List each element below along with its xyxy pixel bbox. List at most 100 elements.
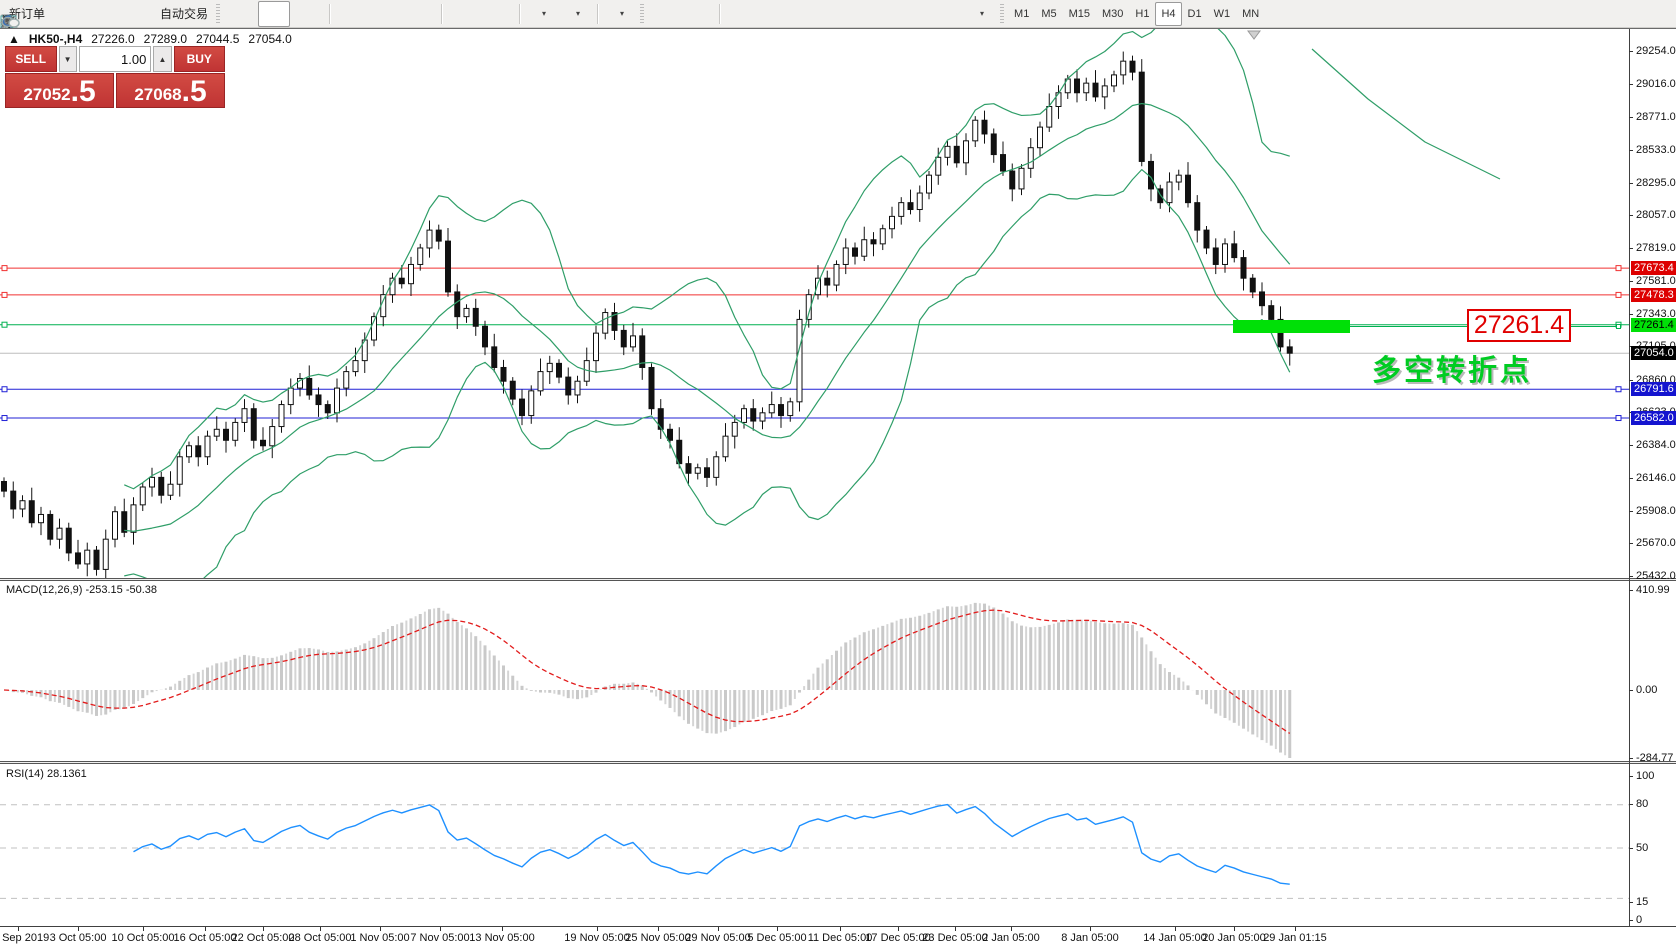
price-line-chip: 27673.4 xyxy=(1631,261,1676,275)
time-tick xyxy=(380,927,381,931)
tf-button-M15[interactable]: M15 xyxy=(1063,2,1096,26)
crosshair-button[interactable] xyxy=(682,1,714,27)
time-tick xyxy=(840,927,841,931)
price-tick-label: 25432.0 xyxy=(1636,570,1676,582)
time-tick-label: 25 Nov 05:00 xyxy=(625,932,690,944)
time-tick-label: 20 Jan 05:00 xyxy=(1202,932,1266,944)
cursor-button[interactable] xyxy=(648,1,680,27)
price-tick-label: 28057.0 xyxy=(1636,209,1676,221)
macd-axis-label: 410.99 xyxy=(1636,584,1670,596)
tf-button-M1[interactable]: M1 xyxy=(1008,2,1035,26)
trendline-button[interactable] xyxy=(794,1,826,27)
volume-up-button[interactable]: ▲ xyxy=(153,46,171,72)
time-tick xyxy=(597,927,598,931)
tf-button-H1[interactable]: H1 xyxy=(1129,2,1155,26)
rsi-axis-label: 15 xyxy=(1636,896,1648,908)
rsi-panel-canvas[interactable] xyxy=(0,764,1629,926)
strategy-tester-button[interactable] xyxy=(119,1,151,27)
horizontal-line-button[interactable] xyxy=(760,1,792,27)
support-highlight-bar[interactable] xyxy=(1233,320,1350,333)
buy-price[interactable]: 27068.5 xyxy=(116,73,225,108)
tf-button-W1[interactable]: W1 xyxy=(1208,2,1237,26)
time-tick xyxy=(777,927,778,931)
fibonacci-button[interactable]: F xyxy=(862,1,894,27)
price-tick-label: 28295.0 xyxy=(1636,177,1676,189)
tf-button-M5[interactable]: M5 xyxy=(1035,2,1062,26)
time-tick-label: 1 Nov 05:00 xyxy=(350,932,409,944)
time-tick xyxy=(18,927,19,931)
price-axis[interactable]: 29254.029016.028771.028533.028295.028057… xyxy=(1629,29,1676,926)
price-tick xyxy=(1629,117,1633,118)
ohlc-low: 27044.5 xyxy=(196,32,239,46)
market-watch-button[interactable] xyxy=(51,1,83,27)
time-axis[interactable]: 26 Sep 20193 Oct 05:0010 Oct 05:0016 Oct… xyxy=(0,927,1676,945)
rsi-indicator-label: RSI(14) 28.1361 xyxy=(6,768,87,780)
sell-button[interactable]: SELL xyxy=(5,46,57,72)
tile-windows-button[interactable] xyxy=(404,1,436,27)
sell-price-frac: .5 xyxy=(71,79,96,105)
time-tick-label: 14 Jan 05:00 xyxy=(1143,932,1207,944)
vertical-line-button[interactable] xyxy=(726,1,758,27)
terminal-button[interactable] xyxy=(85,1,117,27)
time-tick xyxy=(658,927,659,931)
panel-splitter[interactable] xyxy=(0,761,1676,764)
price-tick xyxy=(1629,248,1633,249)
toolbar-grip xyxy=(640,4,644,24)
time-tick-label: 29 Jan 01:15 xyxy=(1263,932,1327,944)
rsi-axis-label: 0 xyxy=(1636,914,1642,926)
panel-splitter[interactable] xyxy=(0,578,1676,581)
autotrading-button[interactable]: 自动交易 xyxy=(153,1,212,27)
time-tick xyxy=(502,927,503,931)
price-tick-label: 26146.0 xyxy=(1636,472,1676,484)
symbol-period: HK50-,H4 xyxy=(29,32,82,46)
candlestick-chart-button[interactable] xyxy=(258,1,290,27)
rsi-axis-label: 80 xyxy=(1636,798,1648,810)
macd-axis-tick xyxy=(1629,590,1633,591)
zoom-out-button[interactable] xyxy=(370,1,402,27)
zoom-in-button[interactable] xyxy=(336,1,368,27)
equidistant-channel-button[interactable]: E xyxy=(828,1,860,27)
mt4-terminal: 新订单 自动交易 xyxy=(0,0,1676,945)
tf-button-H4[interactable]: H4 xyxy=(1155,2,1181,26)
price-line-chip: 26791.6 xyxy=(1631,382,1676,396)
chart-window[interactable]: ▲ HK50-,H4 27226.0 27289.0 27044.5 27054… xyxy=(0,28,1676,945)
price-tick-label: 27581.0 xyxy=(1636,275,1676,287)
dropdown-caret-icon: ▾ xyxy=(980,9,984,18)
annotation-text[interactable]: 多空转折点 xyxy=(1372,347,1532,389)
text-button[interactable]: A xyxy=(896,1,928,27)
sell-price[interactable]: 27052.5 xyxy=(5,73,114,108)
time-tick-label: 22 Oct 05:00 xyxy=(232,932,295,944)
buy-button[interactable]: BUY xyxy=(174,46,226,72)
dropdown-caret-icon: ▾ xyxy=(620,9,624,18)
price-callout-box[interactable]: 27261.4 xyxy=(1467,309,1571,342)
indicators-button[interactable]: ▾ xyxy=(604,1,636,27)
rsi-axis-label: 100 xyxy=(1636,770,1654,782)
time-tick xyxy=(1295,927,1296,931)
price-tick xyxy=(1629,478,1633,479)
profiles-button[interactable]: ▾ xyxy=(560,1,592,27)
arrows-button[interactable]: ▾ xyxy=(964,1,996,27)
toolbar-separator xyxy=(519,4,521,24)
auto-scroll-button[interactable] xyxy=(448,1,480,27)
volume-down-button[interactable]: ▼ xyxy=(59,46,77,72)
macd-panel-canvas[interactable] xyxy=(0,581,1629,764)
time-tick xyxy=(1175,927,1176,931)
line-handle[interactable] xyxy=(1616,324,1621,329)
collapse-triangle-icon[interactable]: ▲ xyxy=(8,32,20,46)
price-tick-label: 25908.0 xyxy=(1636,505,1676,517)
bar-chart-button[interactable] xyxy=(224,1,256,27)
price-chart-canvas[interactable] xyxy=(0,29,1629,581)
time-tick xyxy=(78,927,79,931)
text-label-button[interactable]: T xyxy=(930,1,962,27)
tf-button-D1[interactable]: D1 xyxy=(1182,2,1208,26)
time-tick xyxy=(1090,927,1091,931)
time-tick xyxy=(143,927,144,931)
dropdown-caret-icon: ▾ xyxy=(576,9,580,18)
tf-button-M30[interactable]: M30 xyxy=(1096,2,1129,26)
tf-button-MN[interactable]: MN xyxy=(1236,2,1265,26)
chart-shift-button[interactable] xyxy=(482,1,514,27)
line-chart-button[interactable] xyxy=(292,1,324,27)
macd-axis-label: 0.00 xyxy=(1636,684,1657,696)
volume-input[interactable]: 1.00 xyxy=(79,46,152,72)
new-chart-button[interactable]: ▾ xyxy=(526,1,558,27)
